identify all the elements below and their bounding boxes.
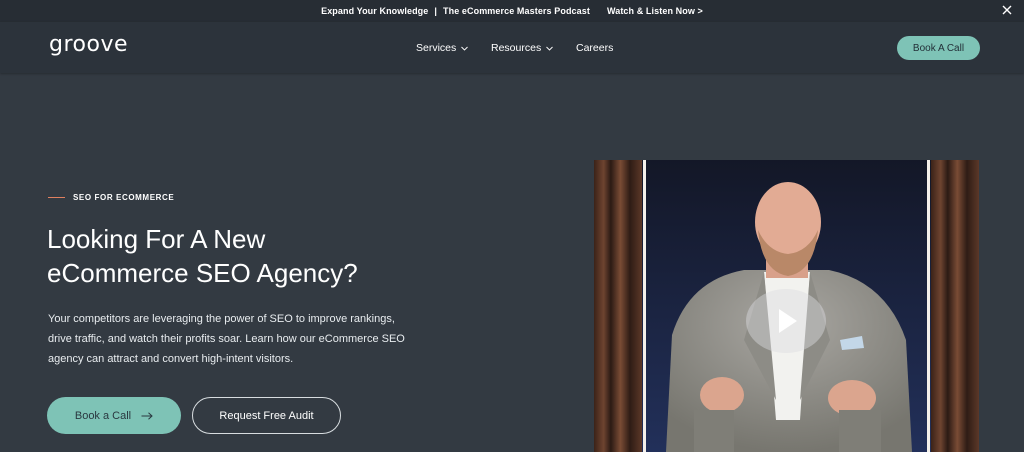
nav-links: Services Resources Careers xyxy=(0,22,1024,73)
announcement-separator: | xyxy=(434,6,437,16)
eyebrow-line xyxy=(48,197,65,198)
headline-line-1: Looking For A New xyxy=(47,224,266,254)
nav-item-label: Careers xyxy=(576,42,614,54)
nav-item-services[interactable]: Services xyxy=(416,42,469,54)
headline-line-2: eCommerce SEO Agency? xyxy=(47,258,358,288)
logo[interactable]: groove xyxy=(49,32,128,57)
nav-item-careers[interactable]: Careers xyxy=(576,42,613,54)
cta-label: Book a Call xyxy=(74,409,132,422)
page-title: Looking For A New eCommerce SEO Agency? xyxy=(47,222,467,290)
cta-label: Request Free Audit xyxy=(219,409,314,422)
chevron-down-icon xyxy=(461,46,469,51)
announcement-bar: Expand Your Knowledge | The eCommerce Ma… xyxy=(0,0,1024,22)
eyebrow-label: SEO FOR ECOMMERCE xyxy=(73,193,175,202)
arrow-right-icon xyxy=(141,411,153,420)
announcement-podcast-title: The eCommerce Masters Podcast xyxy=(443,6,590,16)
close-icon[interactable] xyxy=(1000,3,1014,17)
eyebrow: SEO FOR ECOMMERCE xyxy=(48,193,174,202)
book-a-call-cta-button[interactable]: Book a Call xyxy=(47,397,181,434)
request-free-audit-button[interactable]: Request Free Audit xyxy=(192,397,341,434)
play-icon[interactable] xyxy=(745,288,827,354)
main-nav: groove Services Resources Careers Book A… xyxy=(0,22,1024,73)
announcement-text: Expand Your Knowledge xyxy=(321,6,429,16)
book-a-call-button[interactable]: Book A Call xyxy=(897,36,980,60)
video-player[interactable] xyxy=(594,160,979,452)
nav-item-label: Resources xyxy=(491,42,542,54)
nav-item-resources[interactable]: Resources xyxy=(491,42,554,54)
hero-description: Your competitors are leveraging the powe… xyxy=(48,313,405,365)
nav-item-label: Services xyxy=(416,42,457,54)
chevron-down-icon xyxy=(546,46,554,51)
announcement-link[interactable]: Watch & Listen Now > xyxy=(607,6,703,16)
